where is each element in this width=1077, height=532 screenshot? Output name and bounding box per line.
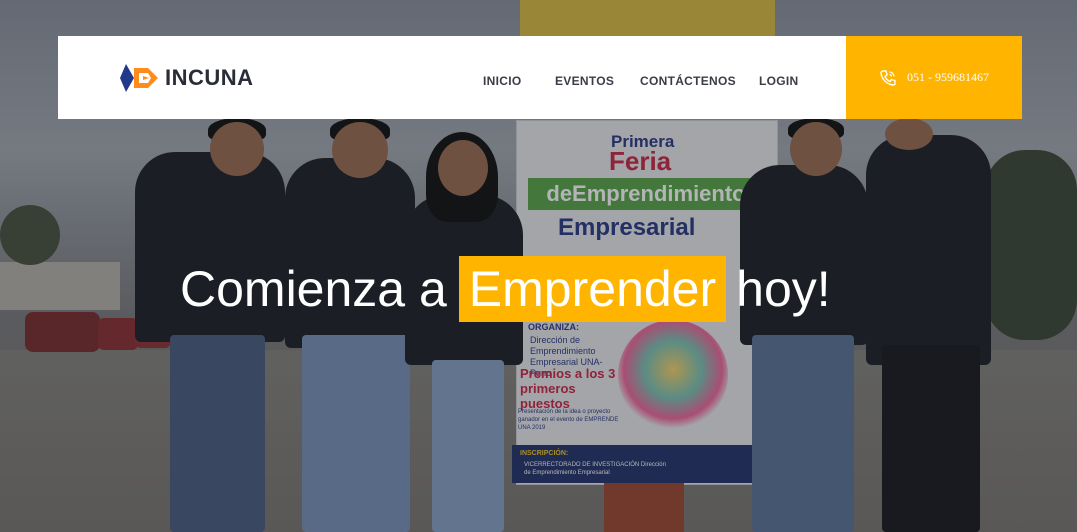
nav-link-inicio[interactable]: INICIO (483, 74, 521, 88)
phone-icon (880, 69, 896, 86)
top-navbar: INCUNA INICIO EVENTOS CONTÁCTENOS LOGIN … (58, 36, 1022, 119)
hero-headline: Comienza a Emprender hoy! (180, 256, 831, 322)
nav-link-login[interactable]: LOGIN (759, 74, 799, 88)
brand-logo[interactable]: INCUNA (120, 62, 254, 94)
nav-link-contactenos[interactable]: CONTÁCTENOS (640, 74, 736, 88)
headline-text-end: hoy! (736, 261, 831, 317)
nav-link-eventos[interactable]: EVENTOS (555, 74, 614, 88)
brand-name: INCUNA (165, 65, 254, 90)
headline-highlight: Emprender (458, 256, 727, 322)
headline-text-start: Comienza a (180, 261, 447, 317)
phone-contact-box[interactable]: 051 - 959681467 (846, 36, 1022, 119)
incuna-logo-icon (120, 64, 158, 92)
phone-number: 051 - 959681467 (907, 70, 989, 84)
